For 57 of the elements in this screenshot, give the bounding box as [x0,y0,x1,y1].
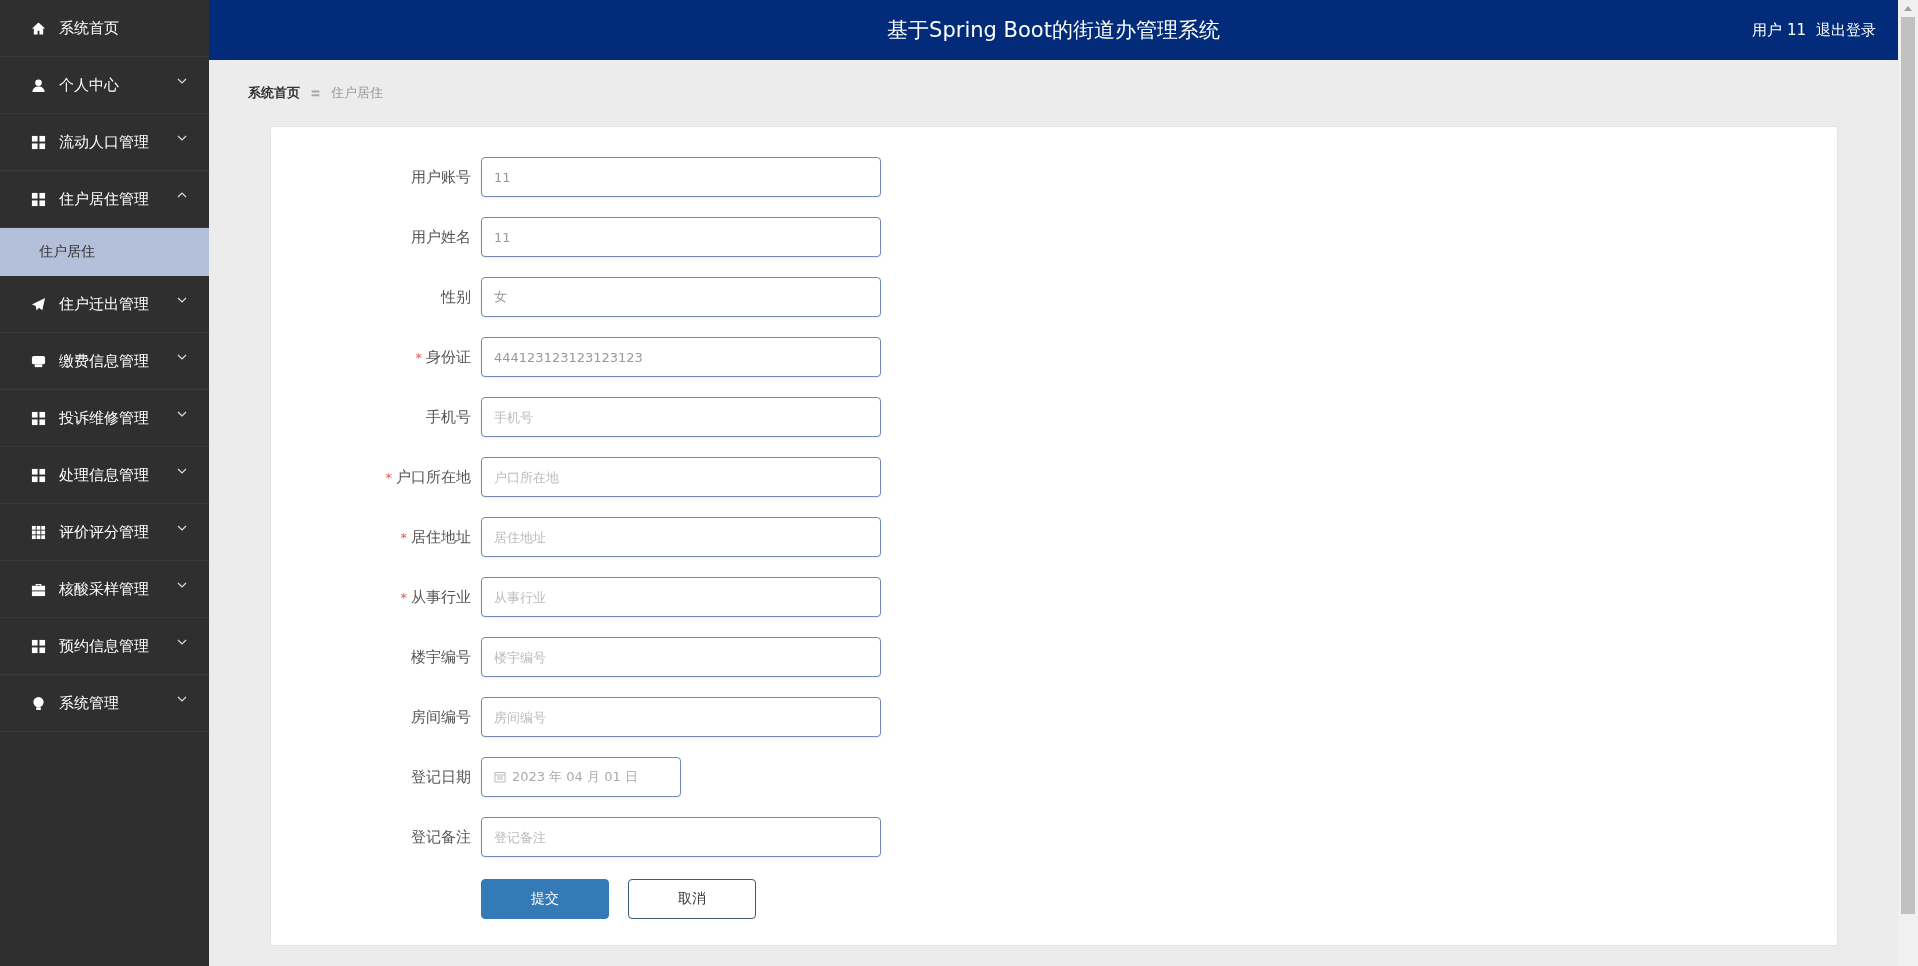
field-label: 楼宇编号 [411,647,471,667]
menu-item[interactable]: 住户迁出管理 [0,276,209,333]
field-label: 身份证 [426,347,471,367]
briefcase-icon [31,581,46,597]
user-icon [31,77,46,93]
grid-icon [31,410,46,426]
grid-icon [31,134,46,150]
breadcrumb-separator: 〓 [310,85,321,101]
printer-icon [31,353,46,369]
app-title: 基于Spring Boot的街道办管理系统 [887,17,1220,44]
menu-item[interactable]: 个人中心 [0,57,209,114]
input-field[interactable]: 户口所在地 [481,457,881,497]
grid-icon [31,467,46,483]
field-label: 手机号 [426,407,471,427]
input-field[interactable]: 手机号 [481,397,881,437]
scrollbar[interactable] [1898,0,1918,966]
home-icon [31,20,46,36]
menu-item[interactable]: 流动人口管理 [0,114,209,171]
field-label: 户口所在地 [396,467,471,487]
grid-icon [31,638,46,654]
menu-item[interactable]: 处理信息管理 [0,447,209,504]
field-label: 性别 [441,287,471,307]
input-field[interactable]: 房间编号 [481,697,881,737]
scrollbar-thumb[interactable] [1901,17,1915,914]
paper-plane-icon [31,296,46,312]
breadcrumb-link[interactable]: 系统首页 [248,84,300,102]
menu-item[interactable]: 评价评分管理 [0,504,209,561]
menu-item[interactable]: 系统管理 [0,675,209,732]
grid-icon [31,191,46,207]
required-mark: * [400,529,407,545]
field-label: 登记备注 [411,827,471,847]
submit-button[interactable]: 提交 [481,879,609,919]
cancel-button[interactable]: 取消 [628,879,756,919]
field-label: 用户姓名 [411,227,471,247]
input-field[interactable]: 登记备注 [481,817,881,857]
field-label: 登记日期 [411,767,471,787]
input-field[interactable]: 居住地址 [481,517,881,557]
logout-link[interactable]: 退出登录 [1816,20,1876,40]
calendar-icon [494,771,506,783]
menu-item[interactable]: 核酸采样管理 [0,561,209,618]
scroll-up-icon[interactable] [1904,6,1912,11]
required-mark: * [415,349,422,365]
lightbulb-icon [31,695,46,711]
field-label: 从事行业 [411,587,471,607]
user-name: 用户 11 [1752,20,1806,40]
input-field[interactable]: 楼宇编号 [481,637,881,677]
field-label: 房间编号 [411,707,471,727]
input-field[interactable]: 从事行业 [481,577,881,617]
menu-item[interactable]: 预约信息管理 [0,618,209,675]
submenu-item[interactable]: 住户居住 [0,228,209,276]
field-label: 居住地址 [411,527,471,547]
menu-item[interactable]: 缴费信息管理 [0,333,209,390]
table-icon [31,524,46,540]
field-label: 用户账号 [411,167,471,187]
required-mark: * [400,589,407,605]
required-mark: * [385,469,392,485]
menu-item[interactable]: 投诉维修管理 [0,390,209,447]
